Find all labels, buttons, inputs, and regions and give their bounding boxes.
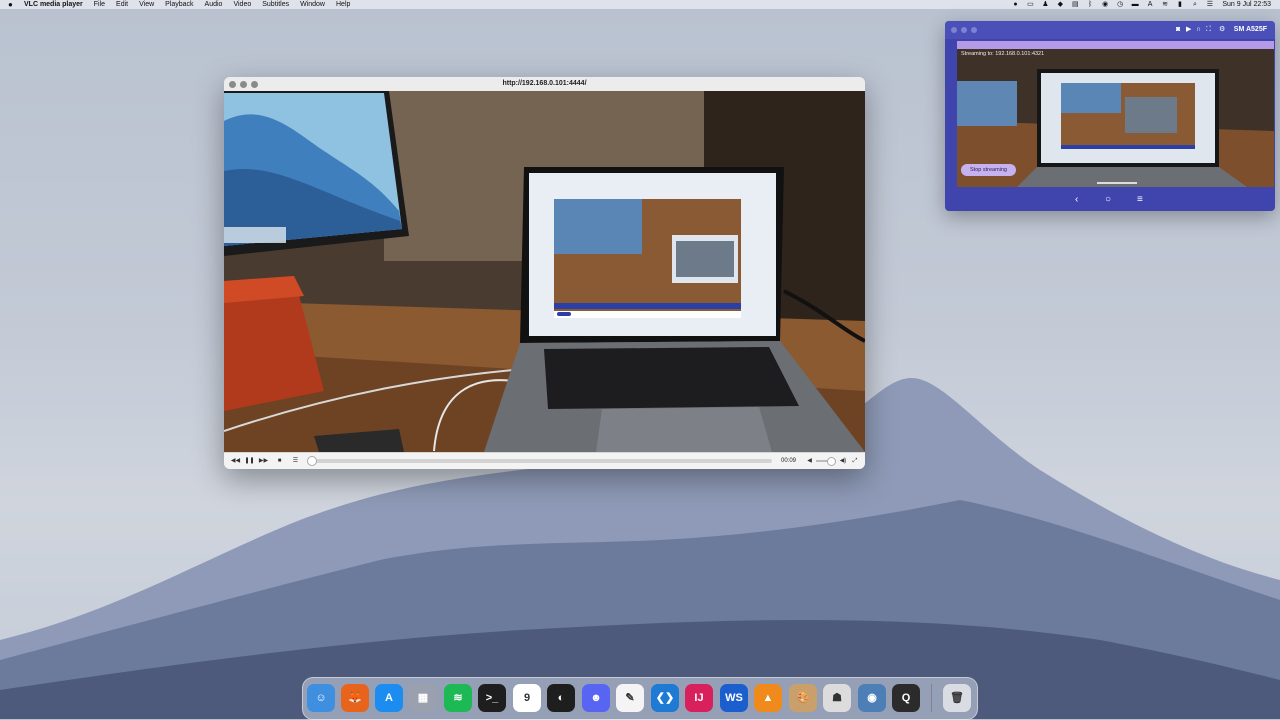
streaming-status: Streaming to: 192.168.0.101:4321 xyxy=(961,51,1045,57)
dock-webstorm-icon[interactable]: WS xyxy=(720,684,748,712)
dock-terminal-icon[interactable]: >_ xyxy=(478,684,506,712)
playlist-button[interactable]: ☰ xyxy=(290,456,301,466)
menu-playback[interactable]: Playback xyxy=(165,1,193,8)
display-status-icon[interactable]: ▭ xyxy=(1026,0,1035,9)
fullscreen-button[interactable]: ⤢ xyxy=(850,456,860,466)
dock-discord-icon[interactable]: ☻ xyxy=(582,684,610,712)
forward-button[interactable]: ▶▶ xyxy=(258,456,269,466)
wifi-icon[interactable]: ≋ xyxy=(1161,0,1170,9)
menu-subtitles[interactable]: Subtitles xyxy=(262,1,289,8)
seek-slider-knob[interactable] xyxy=(307,456,317,466)
headphones-icon[interactable]: ∩ xyxy=(1196,21,1201,39)
device-name: SM A525F xyxy=(1233,26,1267,33)
phone-title-bar[interactable]: ◙ ▶ ∩ ⛶ ⚙ SM A525F xyxy=(945,21,1275,39)
menu-view[interactable]: View xyxy=(139,1,154,8)
rewind-button[interactable]: ◀◀ xyxy=(230,456,241,466)
dock-app-store-icon[interactable]: A xyxy=(375,684,403,712)
android-nav-bar: ‹ ○ ≡ xyxy=(945,189,1275,211)
playback-controls: ◀◀ ❚❚ ▶▶ ■ ☰ 00:09 ◀ ◀) ⤢ xyxy=(224,452,865,469)
camera-icon[interactable]: ◙ xyxy=(1176,21,1180,39)
dock-vscode-icon[interactable]: ❮❯ xyxy=(651,684,679,712)
dock-finder-icon[interactable]: ☺ xyxy=(307,684,335,712)
dock-trash-icon[interactable]: 🗑 xyxy=(943,684,971,712)
input-source-icon[interactable]: A xyxy=(1146,0,1155,9)
video-icon[interactable]: ▶ xyxy=(1186,21,1191,39)
play-status-icon[interactable]: ◉ xyxy=(1101,0,1110,9)
phone-zoom-button[interactable] xyxy=(971,27,977,33)
clock-status-icon[interactable]: ◷ xyxy=(1116,0,1125,9)
search-icon[interactable]: ⌕ xyxy=(1190,0,1199,9)
volume-low-icon[interactable]: ◀ xyxy=(805,456,814,466)
home-icon[interactable]: ○ xyxy=(1105,189,1111,211)
dropbox-status-icon[interactable]: ◆ xyxy=(1056,0,1065,9)
apple-menu-icon[interactable]: ● xyxy=(8,0,13,9)
dock-textedit-icon[interactable]: ✎ xyxy=(616,684,644,712)
dock-spotify-icon[interactable]: ≋ xyxy=(444,684,472,712)
phone-close-button[interactable] xyxy=(951,27,957,33)
volume-high-icon[interactable]: ◀) xyxy=(838,456,848,466)
vlc-window: http://192.168.0.101:4444/ ◀◀ ❚❚ ▶▶ ■ ☰ … xyxy=(224,77,865,469)
video-frame[interactable] xyxy=(224,91,865,452)
menubar-clock[interactable]: Sun 9 Jul 22:53 xyxy=(1222,1,1271,8)
dock-figma-icon[interactable]: ◐ xyxy=(547,684,575,712)
phone-mirror-window: ◙ ▶ ∩ ⛶ ⚙ SM A525F Streaming to: 192.168… xyxy=(945,21,1275,211)
dock-quicktime-icon[interactable]: Q xyxy=(892,684,920,712)
pause-button[interactable]: ❚❚ xyxy=(244,456,255,466)
volume-slider[interactable] xyxy=(816,457,836,466)
dock: ☺ 🦊 A ▦ ≋ >_ 9 ◐ ☻ ✎ ❮❯ IJ WS ▲ 🎨 ☗ ◉ Q 🗑 xyxy=(302,677,978,720)
phone-minimize-button[interactable] xyxy=(961,27,967,33)
expand-icon[interactable]: ⛶ xyxy=(1206,21,1211,39)
dock-calendar-icon[interactable]: 9 xyxy=(513,684,541,712)
dock-mastodon-icon[interactable]: ☗ xyxy=(823,684,851,712)
back-icon[interactable]: ‹ xyxy=(1075,189,1078,211)
volume-slider-knob[interactable] xyxy=(827,457,836,466)
dock-preview-icon[interactable]: ◉ xyxy=(858,684,886,712)
recents-icon[interactable]: ≡ xyxy=(1137,189,1143,211)
battery-icon[interactable]: ▮ xyxy=(1175,0,1184,9)
vlc-title-bar[interactable]: http://192.168.0.101:4444/ xyxy=(224,77,865,91)
bluetooth-status-icon[interactable]: ᛒ xyxy=(1086,0,1095,9)
elapsed-time: 00:09 xyxy=(781,458,797,464)
settings-gear-icon[interactable]: ⚙ xyxy=(1219,21,1225,39)
video-content xyxy=(224,91,865,452)
battery-status-icon[interactable]: ▬ xyxy=(1131,0,1140,9)
dock-launchpad-icon[interactable]: ▦ xyxy=(409,684,437,712)
menu-video[interactable]: Video xyxy=(233,1,251,8)
dock-separator xyxy=(931,684,932,712)
menu-file[interactable]: File xyxy=(94,1,105,8)
record-status-icon[interactable]: ● xyxy=(1011,0,1020,9)
control-center-icon[interactable]: ☰ xyxy=(1205,0,1214,9)
menu-edit[interactable]: Edit xyxy=(116,1,128,8)
menu-audio[interactable]: Audio xyxy=(205,1,223,8)
vlc-window-title: http://192.168.0.101:4444/ xyxy=(502,80,587,87)
seek-slider[interactable] xyxy=(307,456,772,466)
dock-firefox-icon[interactable]: 🦊 xyxy=(341,684,369,712)
dock-vlc-icon[interactable]: ▲ xyxy=(754,684,782,712)
folder-status-icon[interactable]: ▤ xyxy=(1071,0,1080,9)
menu-help[interactable]: Help xyxy=(336,1,350,8)
dock-paint-icon[interactable]: 🎨 xyxy=(789,684,817,712)
person-status-icon[interactable]: ♟ xyxy=(1041,0,1050,9)
menu-bar: ● VLC media player File Edit View Playback Au… xyxy=(0,0,1280,9)
dock-intellij-icon[interactable]: IJ xyxy=(685,684,713,712)
phone-screen[interactable]: Streaming to: 192.168.0.101:4321 Stop st… xyxy=(957,41,1274,187)
stop-streaming-button[interactable]: Stop streaming xyxy=(961,164,1016,176)
stop-button[interactable]: ■ xyxy=(274,456,285,466)
menu-app-name[interactable]: VLC media player xyxy=(24,1,83,8)
menu-window[interactable]: Window xyxy=(300,1,325,8)
